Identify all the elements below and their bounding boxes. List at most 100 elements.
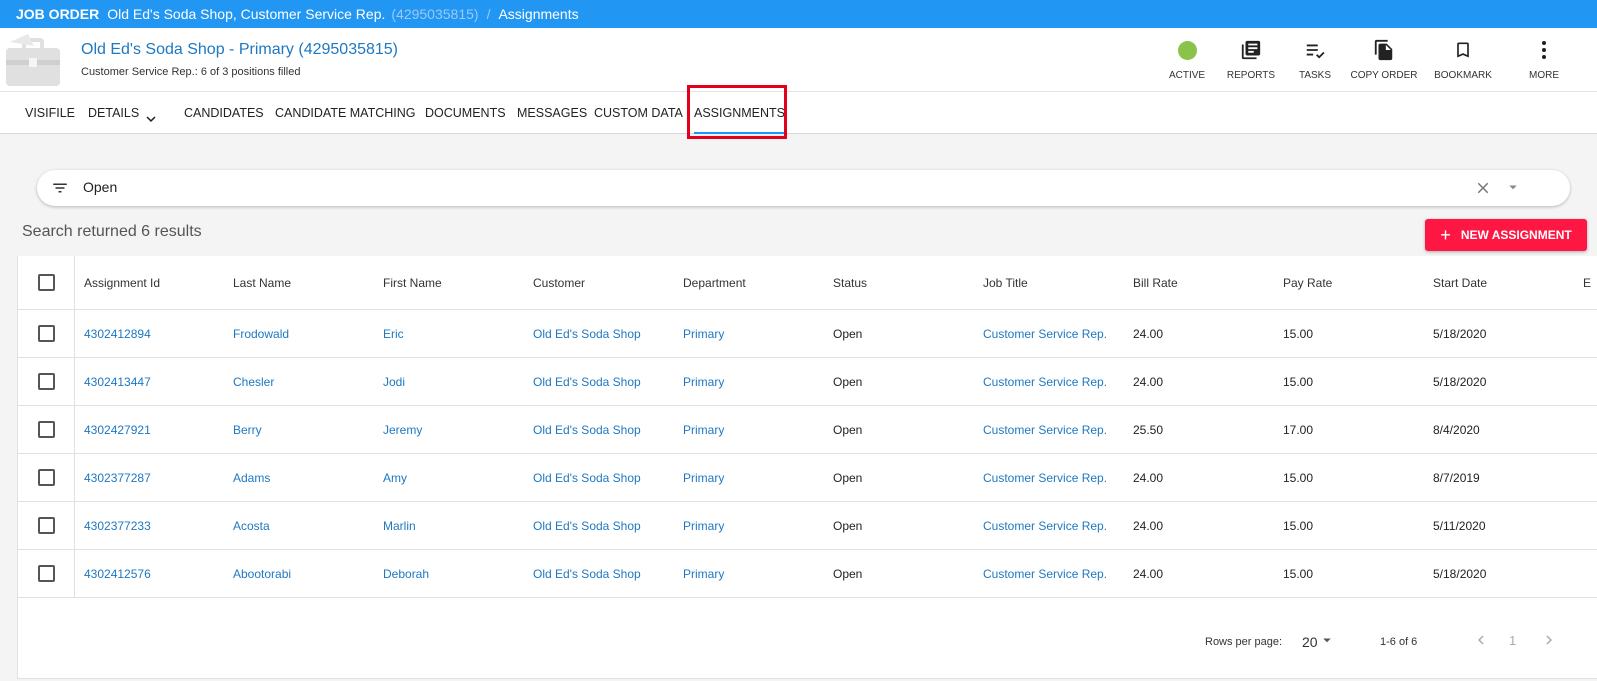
last-name-link[interactable]: Chesler bbox=[233, 358, 274, 405]
bill-rate-cell: 24.00 bbox=[1133, 326, 1164, 341]
column-header-start-date[interactable]: Start Date bbox=[1433, 256, 1487, 309]
column-header-job-title[interactable]: Job Title bbox=[983, 256, 1028, 309]
table-pagination: Rows per page: 20 1-6 of 6 1 bbox=[18, 616, 1597, 666]
assignment-filter[interactable]: Open bbox=[37, 170, 1570, 206]
table-row[interactable]: 4302413447 Chesler Jodi Old Ed's Soda Sh… bbox=[18, 358, 1597, 406]
breadcrumb-job-name[interactable]: Old Ed's Soda Shop, Customer Service Rep… bbox=[107, 6, 385, 22]
first-name-link[interactable]: Marlin bbox=[383, 502, 416, 549]
department-link[interactable]: Primary bbox=[683, 454, 724, 501]
first-name-link[interactable]: Jodi bbox=[383, 358, 405, 405]
close-icon[interactable] bbox=[1474, 179, 1492, 202]
row-checkbox[interactable] bbox=[37, 469, 55, 486]
job-title-link[interactable]: Customer Service Rep. bbox=[983, 454, 1107, 501]
job-title-link[interactable]: Customer Service Rep. bbox=[983, 502, 1107, 549]
row-checkbox[interactable] bbox=[37, 421, 55, 438]
tasks-button[interactable]: TASKS bbox=[1279, 38, 1351, 81]
select-all-checkbox[interactable] bbox=[37, 274, 55, 291]
copy-order-label: COPY ORDER bbox=[1350, 70, 1418, 81]
tab-details[interactable]: DETAILS bbox=[88, 92, 160, 134]
assignment-id-link[interactable]: 4302427921 bbox=[84, 406, 151, 453]
first-name-link[interactable]: Jeremy bbox=[383, 406, 422, 453]
assignment-id-link[interactable]: 4302412894 bbox=[84, 310, 151, 357]
customer-link[interactable]: Old Ed's Soda Shop bbox=[533, 310, 641, 357]
bill-rate-cell: 25.50 bbox=[1133, 422, 1164, 437]
last-name-link[interactable]: Acosta bbox=[233, 502, 270, 549]
row-checkbox[interactable] bbox=[37, 373, 55, 390]
chevron-down-icon[interactable] bbox=[142, 103, 160, 145]
tab-documents[interactable]: DOCUMENTS bbox=[425, 92, 506, 134]
dropdown-arrow-icon[interactable] bbox=[1504, 178, 1522, 201]
job-title-link[interactable]: Customer Service Rep. bbox=[983, 550, 1107, 597]
pay-rate-cell: 15.00 bbox=[1283, 326, 1314, 341]
customer-link[interactable]: Old Ed's Soda Shop bbox=[533, 406, 641, 453]
customer-link[interactable]: Old Ed's Soda Shop bbox=[533, 550, 641, 597]
table-header-row: Assignment Id Last Name First Name Custo… bbox=[18, 256, 1597, 310]
department-link[interactable]: Primary bbox=[683, 310, 724, 357]
start-date-cell: 8/7/2019 bbox=[1433, 470, 1480, 485]
first-name-link[interactable]: Eric bbox=[383, 310, 404, 357]
search-results-count: Search returned 6 results bbox=[22, 223, 202, 240]
tab-messages[interactable]: MESSAGES bbox=[517, 92, 587, 134]
assignment-id-link[interactable]: 4302412576 bbox=[84, 550, 151, 597]
customer-link[interactable]: Old Ed's Soda Shop bbox=[533, 454, 641, 501]
pay-rate-cell: 15.00 bbox=[1283, 374, 1314, 389]
column-header-assignment-id[interactable]: Assignment Id bbox=[84, 256, 160, 309]
column-header-status[interactable]: Status bbox=[833, 256, 867, 309]
row-checkbox[interactable] bbox=[37, 517, 55, 534]
bookmark-button[interactable]: BOOKMARK bbox=[1427, 38, 1499, 81]
last-name-link[interactable]: Abootorabi bbox=[233, 550, 291, 597]
copy-order-button[interactable]: COPY ORDER bbox=[1348, 38, 1420, 81]
column-header-truncated[interactable]: E bbox=[1583, 256, 1591, 309]
job-title-link[interactable]: Customer Service Rep. bbox=[983, 358, 1107, 405]
tab-visifile[interactable]: VISIFILE bbox=[25, 92, 75, 134]
rows-per-page-select[interactable]: 20 bbox=[1302, 631, 1336, 652]
customer-link[interactable]: Old Ed's Soda Shop bbox=[533, 358, 641, 405]
new-assignment-button[interactable]: + NEW ASSIGNMENT bbox=[1425, 219, 1587, 251]
job-title-link[interactable]: Customer Service Rep. bbox=[983, 406, 1107, 453]
customer-link[interactable]: Old Ed's Soda Shop bbox=[533, 502, 641, 549]
breadcrumb-job-order[interactable]: JOB ORDER bbox=[16, 6, 99, 22]
table-row[interactable]: 4302412576 Abootorabi Deborah Old Ed's S… bbox=[18, 550, 1597, 598]
column-header-last-name[interactable]: Last Name bbox=[233, 256, 291, 309]
tab-candidates[interactable]: CANDIDATES bbox=[184, 92, 264, 134]
job-order-tabs: VISIFILE DETAILS CANDIDATES CANDIDATE MA… bbox=[0, 92, 1597, 134]
first-name-link[interactable]: Deborah bbox=[383, 550, 429, 597]
assignment-id-link[interactable]: 4302377287 bbox=[84, 454, 151, 501]
assignment-id-link[interactable]: 4302377233 bbox=[84, 502, 151, 549]
active-status-button[interactable]: ACTIVE bbox=[1151, 38, 1223, 81]
tab-assignments[interactable]: ASSIGNMENTS bbox=[694, 92, 785, 134]
table-row[interactable]: 4302377233 Acosta Marlin Old Ed's Soda S… bbox=[18, 502, 1597, 550]
last-name-link[interactable]: Adams bbox=[233, 454, 270, 501]
more-button[interactable]: MORE bbox=[1508, 38, 1580, 81]
department-link[interactable]: Primary bbox=[683, 406, 724, 453]
more-vertical-icon bbox=[1508, 38, 1580, 62]
row-checkbox[interactable] bbox=[37, 325, 55, 342]
last-name-link[interactable]: Frodowald bbox=[233, 310, 289, 357]
first-name-link[interactable]: Amy bbox=[383, 454, 407, 501]
job-order-title[interactable]: Old Ed's Soda Shop - Primary (4295035815… bbox=[81, 41, 398, 59]
plus-icon: + bbox=[1440, 225, 1451, 245]
column-header-department[interactable]: Department bbox=[683, 256, 746, 309]
department-link[interactable]: Primary bbox=[683, 358, 724, 405]
status-cell: Open bbox=[833, 422, 863, 437]
assignment-id-link[interactable]: 4302413447 bbox=[84, 358, 151, 405]
department-link[interactable]: Primary bbox=[683, 502, 724, 549]
table-row[interactable]: 4302412894 Frodowald Eric Old Ed's Soda … bbox=[18, 310, 1597, 358]
filter-value[interactable]: Open bbox=[83, 179, 117, 195]
column-header-first-name[interactable]: First Name bbox=[383, 256, 442, 309]
department-link[interactable]: Primary bbox=[683, 550, 724, 597]
tab-custom-data[interactable]: CUSTOM DATA bbox=[594, 92, 683, 134]
table-row[interactable]: 4302427921 Berry Jeremy Old Ed's Soda Sh… bbox=[18, 406, 1597, 454]
table-row[interactable]: 4302377287 Adams Amy Old Ed's Soda Shop … bbox=[18, 454, 1597, 502]
chevron-right-icon[interactable] bbox=[1540, 631, 1558, 652]
chevron-left-icon[interactable] bbox=[1472, 631, 1490, 652]
tab-candidate-matching[interactable]: CANDIDATE MATCHING bbox=[275, 92, 416, 134]
job-title-link[interactable]: Customer Service Rep. bbox=[983, 310, 1107, 357]
column-header-pay-rate[interactable]: Pay Rate bbox=[1283, 256, 1332, 309]
start-date-cell: 5/18/2020 bbox=[1433, 374, 1487, 389]
column-header-bill-rate[interactable]: Bill Rate bbox=[1133, 256, 1178, 309]
column-header-customer[interactable]: Customer bbox=[533, 256, 585, 309]
row-checkbox[interactable] bbox=[37, 565, 55, 582]
reports-button[interactable]: REPORTS bbox=[1215, 38, 1287, 81]
last-name-link[interactable]: Berry bbox=[233, 406, 262, 453]
